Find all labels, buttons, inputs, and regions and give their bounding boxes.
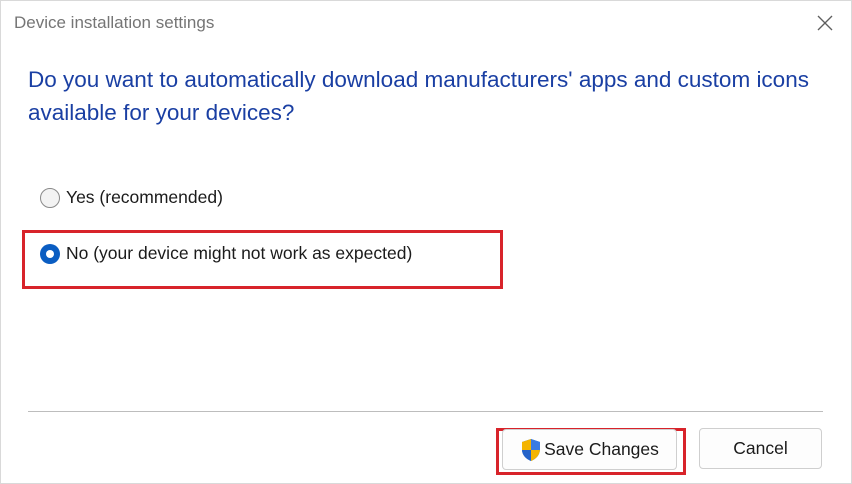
- close-button[interactable]: [813, 11, 837, 35]
- window-title: Device installation settings: [14, 13, 215, 32]
- cancel-button[interactable]: Cancel: [699, 428, 822, 469]
- title-bar: Device installation settings: [1, 1, 851, 47]
- save-changes-button[interactable]: Save Changes: [502, 429, 677, 470]
- cancel-label: Cancel: [733, 438, 788, 458]
- option-no[interactable]: No (your device might not work as expect…: [40, 243, 412, 264]
- uac-shield-icon: [520, 438, 542, 462]
- option-yes-label[interactable]: Yes (recommended): [66, 187, 223, 208]
- radio-yes[interactable]: [40, 187, 60, 208]
- option-no-label[interactable]: No (your device might not work as expect…: [66, 243, 412, 264]
- radio-no[interactable]: [40, 243, 60, 264]
- close-icon: [817, 15, 833, 31]
- dialog-window: Device installation settings Do you want…: [0, 0, 852, 484]
- save-changes-label: Save Changes: [544, 439, 659, 459]
- option-yes[interactable]: Yes (recommended): [40, 187, 223, 208]
- question-heading: Do you want to automatically download ma…: [28, 67, 809, 125]
- divider: [28, 411, 823, 412]
